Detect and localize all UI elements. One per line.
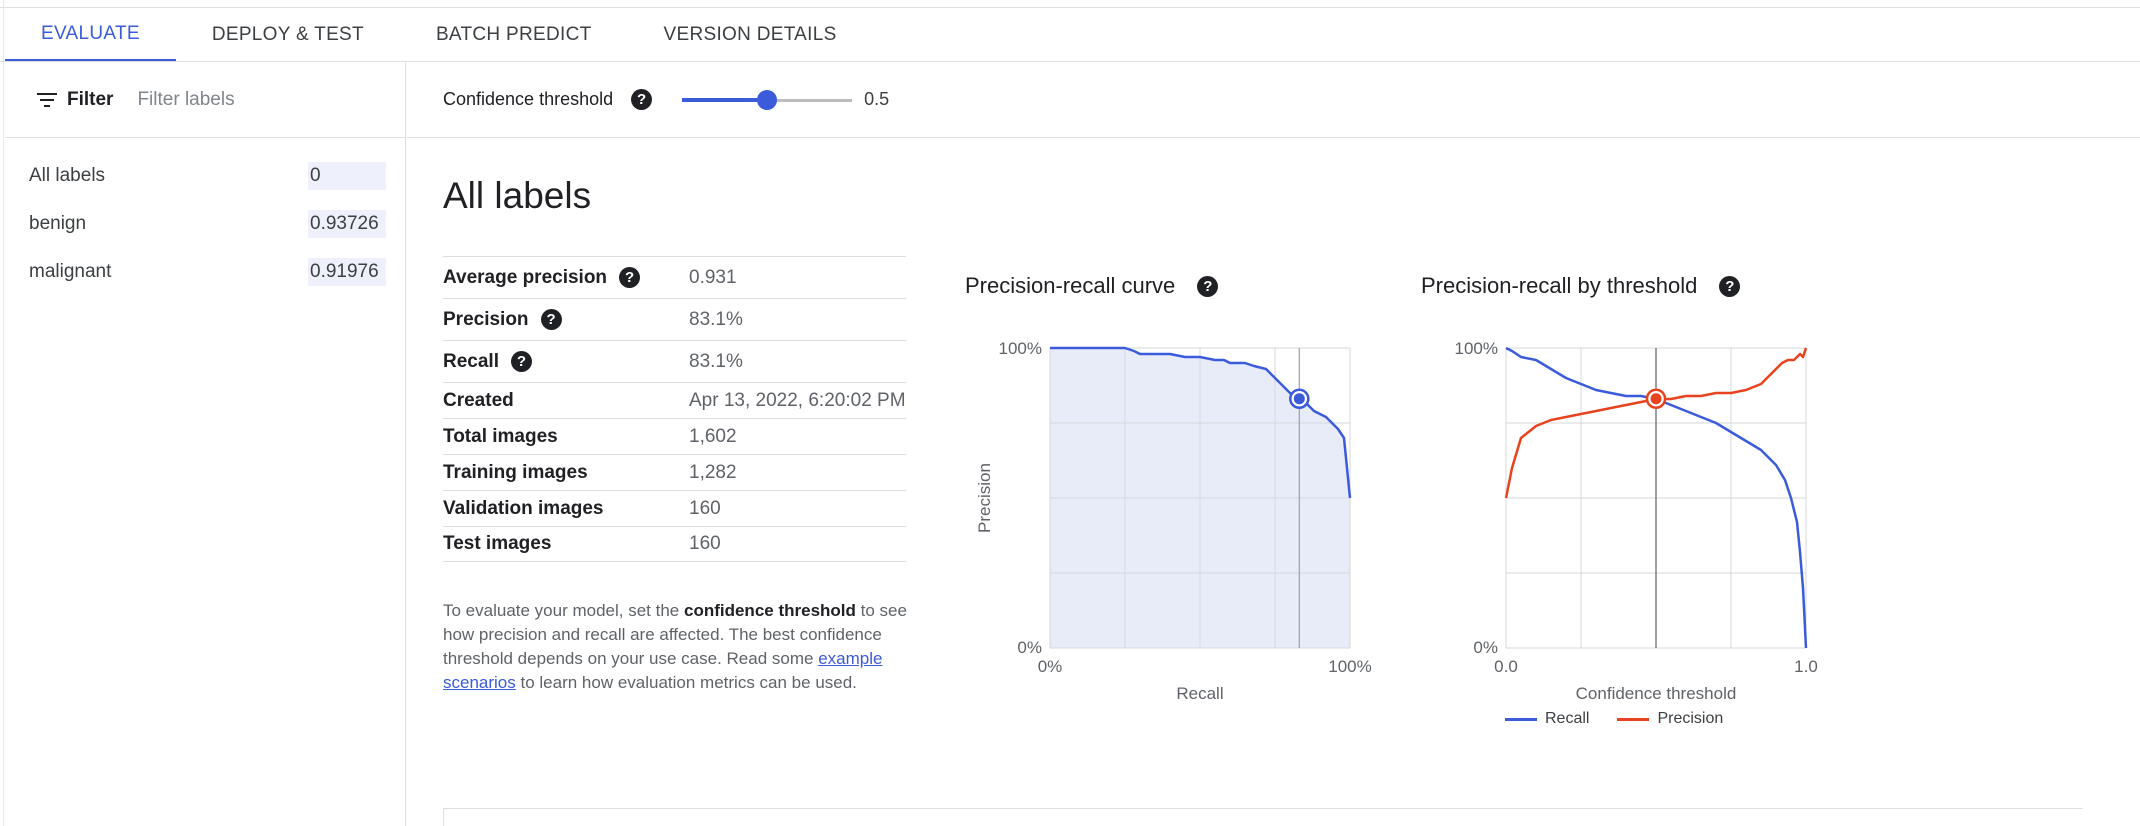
metric-value: Apr 13, 2022, 6:20:02 PM: [689, 389, 906, 411]
legend-label: Precision: [1657, 710, 1724, 727]
pr-curve-chart: 0% 100% 0% 100% Recall Precision: [975, 339, 1372, 703]
metric-row: Total images 1,602: [443, 418, 906, 454]
metric-name: Average precision: [443, 266, 608, 288]
metric-value: 160: [689, 533, 721, 554]
metric-row: Test images 160: [443, 526, 906, 562]
tab-version-details[interactable]: VERSION DETAILS: [628, 8, 873, 62]
y-tick-label: 100%: [1455, 339, 1498, 358]
pr-curve-title: Precision-recall curve: [965, 273, 1176, 298]
legend-item-precision: Precision: [1617, 710, 1723, 728]
label-name: benign: [29, 213, 87, 234]
y-tick-label: 100%: [999, 339, 1042, 358]
metric-name: Precision: [443, 308, 529, 330]
metric-row: Training images 1,282: [443, 454, 906, 490]
label-row-malignant[interactable]: malignant 0.91976: [5, 248, 405, 296]
label-sidebar: Filter All labels 0 benign 0.93726 malig…: [5, 62, 406, 826]
page-title: All labels: [443, 175, 592, 216]
legend-swatch: [1505, 717, 1537, 721]
help-icon[interactable]: ?: [631, 89, 653, 110]
label-row-all[interactable]: All labels 0: [5, 152, 405, 200]
metric-value: 160: [689, 497, 721, 519]
slider-fill: [682, 97, 768, 102]
chart-legend: Recall Precision: [1505, 710, 1751, 728]
metrics-table: Average precision? 0.931 Precision? 83.1…: [443, 256, 906, 562]
metric-row: Precision? 83.1%: [443, 298, 906, 340]
legend-label: Recall: [1545, 710, 1590, 727]
filter-label[interactable]: Filter: [67, 89, 113, 111]
slider-thumb[interactable]: [757, 89, 778, 110]
help-icon[interactable]: ?: [540, 309, 562, 330]
y-axis-label: Precision: [975, 463, 994, 533]
metric-name: Training images: [443, 461, 588, 483]
metric-value: 0.931: [689, 266, 737, 288]
description-bold: confidence threshold: [683, 601, 856, 620]
x-tick-label: 100%: [1328, 657, 1371, 676]
metric-name: Validation images: [443, 497, 604, 519]
description-text: To evaluate your model, set the: [443, 601, 684, 620]
label-score: 0: [308, 162, 386, 190]
pr-threshold-title-wrap: Precision-recall by threshold ?: [1421, 273, 1741, 299]
metric-row: Validation images 160: [443, 490, 906, 526]
confidence-threshold-slider[interactable]: [682, 89, 853, 110]
metric-name: Test images: [443, 533, 552, 554]
metric-value: 83.1%: [689, 308, 743, 330]
y-tick-label: 0%: [1017, 638, 1042, 657]
x-tick-label: 0%: [1038, 657, 1063, 676]
label-row-benign[interactable]: benign 0.93726: [5, 200, 405, 248]
filter-labels-input[interactable]: [137, 88, 358, 111]
metric-name: Total images: [443, 425, 558, 447]
x-tick-label: 1.0: [1794, 657, 1818, 676]
legend-item-recall: Recall: [1505, 710, 1589, 728]
help-icon[interactable]: ?: [619, 267, 641, 288]
tab-batch-predict[interactable]: BATCH PREDICT: [400, 8, 628, 62]
metric-row: Created Apr 13, 2022, 6:20:02 PM: [443, 382, 906, 418]
tab-deploy-test[interactable]: DEPLOY & TEST: [176, 8, 400, 62]
confidence-threshold-bar: Confidence threshold ? 0.5: [407, 62, 2140, 138]
x-tick-label: 0.0: [1494, 657, 1518, 676]
y-tick-label: 0%: [1473, 638, 1498, 657]
help-icon[interactable]: ?: [1197, 275, 1219, 297]
metric-name: Created: [443, 389, 514, 411]
tab-evaluate[interactable]: EVALUATE: [5, 8, 176, 62]
help-icon[interactable]: ?: [1719, 275, 1741, 297]
help-icon[interactable]: ?: [510, 351, 532, 372]
metric-value: 1,282: [689, 461, 737, 483]
filter-bar: Filter: [5, 62, 405, 138]
pr-threshold-chart: 0% 100% 0.0 1.0 Confidence threshold: [1455, 339, 1818, 703]
x-axis-label: Recall: [1176, 684, 1223, 703]
label-list: All labels 0 benign 0.93726 malignant 0.…: [5, 138, 405, 296]
pr-threshold-title: Precision-recall by threshold: [1421, 273, 1698, 298]
metric-value: 1,602: [689, 425, 737, 447]
metric-name: Recall: [443, 350, 499, 372]
metric-row: Average precision? 0.931: [443, 256, 906, 298]
filter-icon[interactable]: [37, 92, 57, 108]
x-axis-label: Confidence threshold: [1576, 684, 1737, 703]
tab-bar: EVALUATE DEPLOY & TEST BATCH PREDICT VER…: [5, 8, 873, 62]
confidence-threshold-label: Confidence threshold: [443, 89, 614, 109]
label-score: 0.93726: [308, 210, 386, 238]
confidence-threshold-value: 0.5: [864, 89, 890, 109]
evaluation-description: To evaluate your model, set the confiden…: [443, 599, 923, 695]
marker-dot: [1293, 393, 1305, 405]
metric-row: Recall? 83.1%: [443, 340, 906, 382]
label-name: malignant: [29, 261, 112, 282]
label-name: All labels: [29, 165, 106, 186]
pr-curve-title-wrap: Precision-recall curve ?: [965, 273, 1219, 299]
legend-swatch: [1617, 717, 1650, 721]
marker-dot: [1650, 393, 1662, 405]
description-text: to learn how evaluation metrics can be u…: [515, 673, 857, 692]
metric-value: 83.1%: [689, 350, 743, 372]
bottom-card: [443, 808, 2083, 826]
label-score: 0.91976: [308, 258, 386, 286]
left-edge: [0, 0, 4, 826]
